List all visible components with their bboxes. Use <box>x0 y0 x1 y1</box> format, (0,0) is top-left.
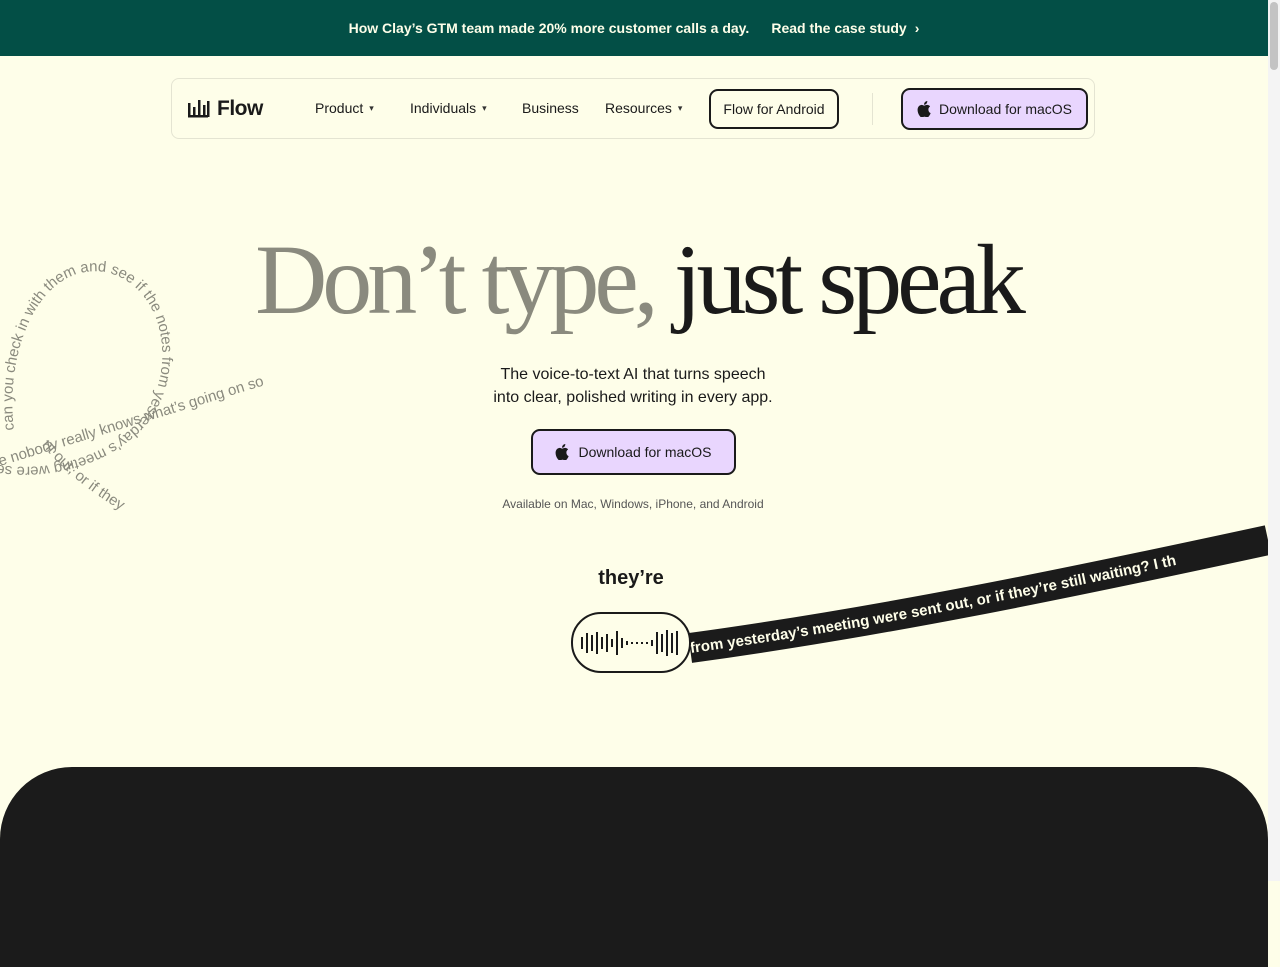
hero-download-macos-button[interactable]: Download for macOS <box>531 429 736 475</box>
banner-text: How Clay’s GTM team made 20% more custom… <box>348 20 750 36</box>
scrollbar-track[interactable] <box>1268 0 1280 881</box>
nav-item-product[interactable]: Product ▾ <box>315 100 374 116</box>
chevron-right-icon: › <box>914 20 920 36</box>
nav-item-label: Product <box>315 100 364 116</box>
nav-item-individuals[interactable]: Individuals ▾ <box>410 100 487 116</box>
hero-title: Don’t type, just speak <box>0 222 1276 337</box>
chevron-down-icon: ▾ <box>369 102 374 113</box>
hero-title-muted: Don’t type, <box>255 224 659 335</box>
hero-title-strong: just speak <box>673 224 1026 335</box>
nav-item-label: Resources <box>605 100 672 116</box>
dark-feature-section <box>0 767 1268 967</box>
chevron-down-icon: ▾ <box>677 102 683 113</box>
flow-logo[interactable]: Flow <box>188 97 263 121</box>
announcement-banner: How Clay’s GTM team made 20% more custom… <box>0 0 1268 56</box>
case-study-link-label: Read the case study <box>771 20 907 36</box>
flow-for-android-button[interactable]: Flow for Android <box>709 89 839 129</box>
android-button-label: Flow for Android <box>723 101 825 117</box>
nav-item-label: Business <box>522 100 579 116</box>
nav-divider <box>872 93 873 125</box>
loop-fragment-text: e nobody really knows what’s going on so <box>0 373 266 470</box>
nav-item-business[interactable]: Business <box>522 100 579 116</box>
current-word: they’re <box>598 567 664 589</box>
top-nav: Flow Product ▾ Individuals ▾ Business Re… <box>171 78 1095 139</box>
apple-icon <box>556 444 570 460</box>
apple-icon <box>917 101 931 117</box>
mac-button-label: Download for macOS <box>938 101 1073 117</box>
logo-text: Flow <box>217 97 263 120</box>
scrollbar-thumb[interactable] <box>1270 2 1278 70</box>
chevron-down-icon: ▾ <box>482 102 487 113</box>
hero-subtitle-line: The voice-to-text AI that turns speech <box>500 366 766 383</box>
hero-subtitle-line: into clear, polished writing in every ap… <box>493 389 773 406</box>
case-study-link[interactable]: Read the case study › <box>771 20 919 36</box>
hero-subtitle: The voice-to-text AI that turns speech i… <box>440 363 826 409</box>
sound-bars-icon <box>188 100 210 118</box>
nav-item-label: Individuals <box>410 100 477 116</box>
hero-button-label: Download for macOS <box>578 444 712 460</box>
nav-download-macos-button[interactable]: Download for macOS <box>901 88 1088 130</box>
waveform-icon <box>581 629 678 656</box>
availability-note: Available on Mac, Windows, iPhone, and A… <box>502 497 764 511</box>
nav-item-resources[interactable]: Resources ▾ <box>605 100 682 116</box>
voice-input-pill[interactable] <box>571 612 691 673</box>
